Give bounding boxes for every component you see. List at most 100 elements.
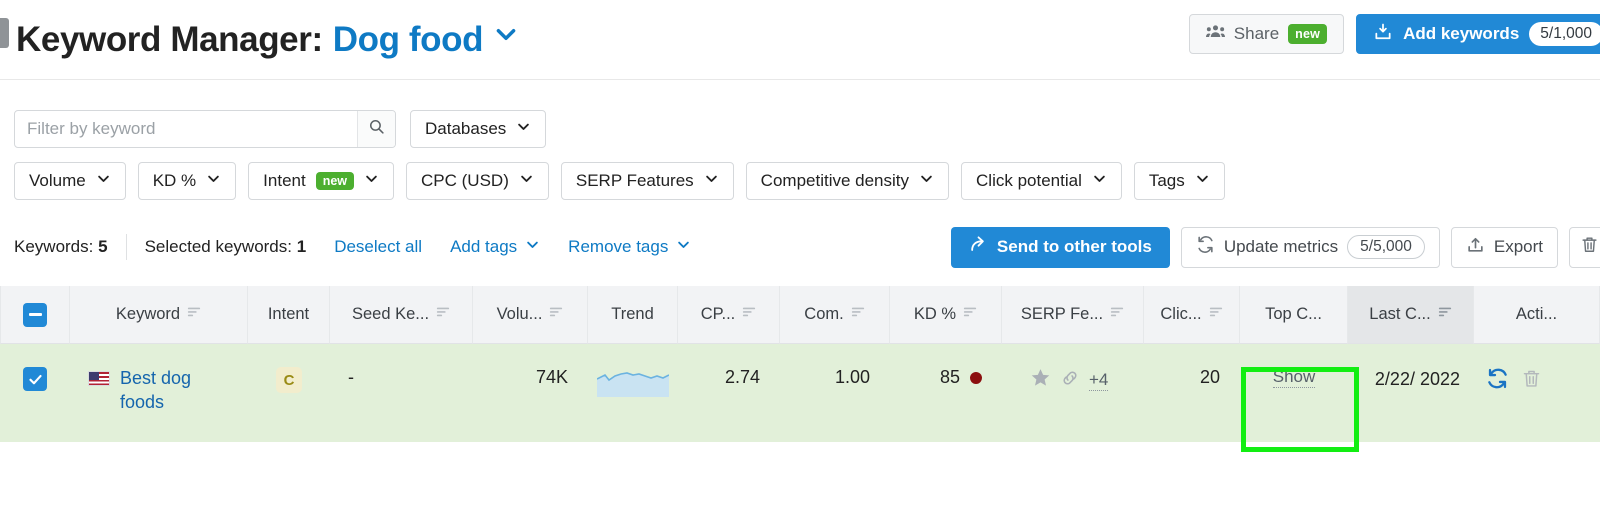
row-checkbox[interactable] bbox=[23, 367, 47, 391]
keyword-manager-page: Keyword Manager: Dog food Share new Add … bbox=[0, 0, 1600, 506]
filters-section: Databases Volume KD % Intent new CPC bbox=[0, 80, 1600, 200]
table-header-last-checked[interactable]: Last C... bbox=[1348, 286, 1474, 344]
column-label: Last C... bbox=[1369, 305, 1431, 323]
table-header-top-competitors[interactable]: Top C... bbox=[1240, 286, 1348, 344]
column-label: Seed Ke... bbox=[351, 305, 430, 323]
chevron-down-icon bbox=[364, 171, 379, 191]
table-header-kd[interactable]: KD % bbox=[890, 286, 1002, 344]
filters-row-primary: Databases bbox=[14, 110, 1600, 148]
table-header-seed-keyword[interactable]: Seed Ke... bbox=[330, 286, 473, 344]
intent-badge[interactable]: C bbox=[276, 367, 302, 393]
filter-chip-cpc[interactable]: CPC (USD) bbox=[406, 162, 549, 200]
search-input[interactable] bbox=[15, 111, 357, 147]
column-label: Com. bbox=[804, 305, 844, 323]
table-header-cpc[interactable]: CP... bbox=[678, 286, 780, 344]
people-icon bbox=[1205, 24, 1225, 44]
share-button[interactable]: Share new bbox=[1188, 14, 1345, 54]
page-header: Keyword Manager: Dog food Share new Add … bbox=[0, 0, 1600, 80]
chevron-down-icon bbox=[96, 171, 111, 191]
table-header-competition[interactable]: Com. bbox=[780, 286, 890, 344]
filter-chip-tags[interactable]: Tags bbox=[1133, 162, 1225, 200]
row-top-competitors-cell[interactable]: Show bbox=[1240, 344, 1348, 442]
left-edge-handle bbox=[0, 18, 9, 48]
sort-icon bbox=[963, 305, 977, 324]
column-label: Trend bbox=[611, 305, 654, 323]
filter-chip-intent[interactable]: Intent new bbox=[248, 162, 395, 200]
column-label: SERP Fe... bbox=[1020, 305, 1104, 323]
table-row[interactable]: Best dog foods C - 74K 2.74 1.00 85 +4 2… bbox=[0, 344, 1600, 442]
trash-icon bbox=[1580, 235, 1599, 259]
table-header-trend[interactable]: Trend bbox=[588, 286, 678, 344]
databases-dropdown[interactable]: Databases bbox=[410, 110, 547, 148]
row-select-cell[interactable] bbox=[0, 344, 70, 442]
chevron-down-icon bbox=[525, 237, 540, 257]
select-all-checkbox[interactable] bbox=[23, 302, 47, 327]
send-to-other-tools-button[interactable]: Send to other tools bbox=[950, 226, 1170, 268]
keyword-filter bbox=[14, 110, 396, 148]
sort-icon bbox=[187, 305, 201, 324]
search-button[interactable] bbox=[357, 111, 395, 147]
selection-toolbar: Keywords: 5 Selected keywords: 1 Deselec… bbox=[0, 226, 1600, 268]
chevron-down-icon bbox=[1092, 171, 1107, 191]
column-label: Clic... bbox=[1160, 305, 1202, 323]
filter-chip-label: KD % bbox=[152, 171, 197, 190]
refresh-icon[interactable] bbox=[1486, 367, 1509, 395]
show-competitors-link[interactable]: Show bbox=[1272, 367, 1316, 388]
filter-chip-kd[interactable]: KD % bbox=[137, 162, 237, 200]
filter-chip-competitive-density[interactable]: Competitive density bbox=[745, 162, 950, 200]
us-flag-icon bbox=[88, 371, 110, 386]
add-keywords-button[interactable]: Add keywords 5/1,000 bbox=[1356, 14, 1600, 54]
add-tags-dropdown[interactable]: Add tags bbox=[450, 237, 540, 257]
send-to-other-tools-label: Send to other tools bbox=[996, 237, 1152, 256]
table-header-actions[interactable]: Acti... bbox=[1474, 286, 1600, 344]
chevron-down-icon[interactable] bbox=[493, 21, 519, 47]
table-header-click-potential[interactable]: Clic... bbox=[1144, 286, 1240, 344]
filter-chip-label: Competitive density bbox=[760, 171, 910, 190]
row-actions-cell bbox=[1474, 344, 1600, 442]
row-kd-cell: 85 bbox=[890, 344, 1002, 442]
filter-chip-serp-features[interactable]: SERP Features bbox=[560, 162, 734, 200]
link-icon[interactable] bbox=[1060, 368, 1080, 393]
update-metrics-count: 5/5,000 bbox=[1347, 235, 1425, 259]
remove-tags-dropdown[interactable]: Remove tags bbox=[568, 237, 691, 257]
chevron-down-icon bbox=[676, 237, 691, 257]
table-header-volume[interactable]: Volu... bbox=[473, 286, 588, 344]
chevron-down-icon bbox=[919, 171, 934, 191]
sort-icon bbox=[851, 305, 865, 324]
delete-selected-button[interactable] bbox=[1569, 226, 1600, 268]
download-box-icon bbox=[1373, 22, 1393, 47]
chevron-down-icon bbox=[519, 171, 534, 191]
table-header-intent[interactable]: Intent bbox=[248, 286, 330, 344]
filter-chip-click-potential[interactable]: Click potential bbox=[961, 162, 1122, 200]
row-seed-keyword-cell: - bbox=[330, 344, 473, 442]
trend-sparkline bbox=[596, 367, 670, 402]
filter-chip-volume[interactable]: Volume bbox=[14, 162, 126, 200]
chevron-down-icon bbox=[516, 119, 531, 139]
row-volume-cell: 74K bbox=[473, 344, 588, 442]
last-checked-date: 2/22/ 2022 bbox=[1374, 369, 1460, 389]
filter-chip-label: Tags bbox=[1148, 171, 1185, 190]
sort-icon bbox=[436, 305, 450, 324]
databases-label: Databases bbox=[425, 119, 507, 138]
add-tags-label: Add tags bbox=[450, 237, 518, 256]
selected-count: 1 bbox=[296, 237, 307, 256]
page-title: Keyword Manager: Dog food bbox=[16, 20, 519, 60]
deselect-all-link[interactable]: Deselect all bbox=[334, 237, 422, 257]
keyword-link[interactable]: Best dog foods bbox=[120, 367, 228, 415]
table-header-keyword[interactable]: Keyword bbox=[70, 286, 248, 344]
add-keywords-count: 5/1,000 bbox=[1529, 22, 1600, 46]
export-button[interactable]: Export bbox=[1450, 226, 1558, 268]
star-icon[interactable] bbox=[1030, 367, 1051, 393]
row-competition-cell: 1.00 bbox=[780, 344, 890, 442]
share-new-badge: new bbox=[1288, 24, 1328, 44]
serp-features-more[interactable]: +4 bbox=[1089, 370, 1109, 391]
update-metrics-button[interactable]: Update metrics 5/5,000 bbox=[1180, 226, 1440, 268]
sort-icon bbox=[742, 305, 756, 324]
project-name-link[interactable]: Dog food bbox=[333, 20, 484, 60]
table-header-select-all[interactable] bbox=[0, 286, 70, 344]
trash-icon[interactable] bbox=[1521, 368, 1542, 394]
column-label: Acti... bbox=[1515, 305, 1558, 323]
kd-difficulty-dot bbox=[970, 371, 982, 384]
table-header-serp-features[interactable]: SERP Fe... bbox=[1002, 286, 1144, 344]
header-actions: Share new Add keywords 5/1,000 bbox=[1188, 14, 1600, 54]
